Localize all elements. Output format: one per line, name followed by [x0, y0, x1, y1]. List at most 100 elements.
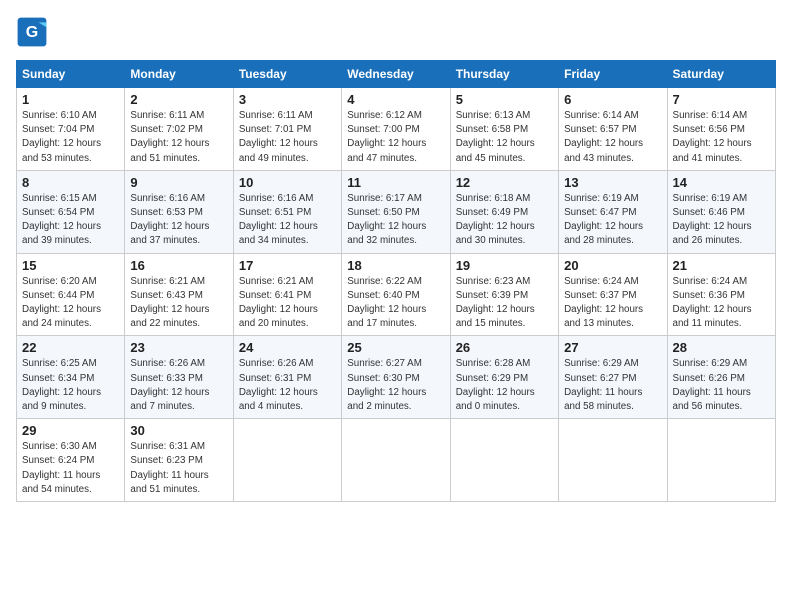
calendar-cell: 25Sunrise: 6:27 AM Sunset: 6:30 PM Dayli… [342, 336, 450, 419]
calendar-cell: 9 Sunrise: 6:16 AM Sunset: 6:53 PM Daylig… [125, 170, 233, 253]
calendar-cell: 4 Sunrise: 6:12 AM Sunset: 7:00 PM Daylig… [342, 88, 450, 171]
calendar-cell: 30 Sunrise: 6:31 AM Sunset: 6:23 PM Dayli… [125, 419, 233, 502]
day-header-wednesday: Wednesday [342, 61, 450, 88]
day-info: Sunrise: 6:29 AM Sunset: 6:27 PM Dayligh… [564, 357, 661, 414]
calendar-table: SundayMondayTuesdayWednesdayThursdayFrid… [16, 60, 776, 502]
day-number: 26 [456, 340, 553, 355]
day-info: Sunrise: 6:21 AM Sunset: 6:41 PM Dayligh… [239, 275, 336, 332]
calendar-cell: 3Sunrise: 6:11 AM Sunset: 7:01 PM Daylig… [233, 88, 341, 171]
day-number: 11 [347, 175, 444, 190]
day-number: 15 [22, 258, 119, 273]
day-number: 27 [564, 340, 661, 355]
calendar-cell: 17 Sunrise: 6:21 AM Sunset: 6:41 PM Dayli… [233, 253, 341, 336]
day-number: 24 [239, 340, 336, 355]
calendar-cell [559, 419, 667, 502]
day-header-sunday: Sunday [17, 61, 125, 88]
day-info: Sunrise: 6:14 AM Sunset: 6:57 PM Dayligh… [564, 109, 661, 166]
day-number: 7 [673, 92, 770, 107]
calendar-cell: 6 Sunrise: 6:14 AM Sunset: 6:57 PM Daylig… [559, 88, 667, 171]
day-info: Sunrise: 6:11 AM Sunset: 7:01 PM Dayligh… [239, 109, 336, 166]
calendar-cell: 27 Sunrise: 6:29 AM Sunset: 6:27 PM Dayli… [559, 336, 667, 419]
day-number: 28 [673, 340, 770, 355]
calendar-cell: 26 Sunrise: 6:28 AM Sunset: 6:29 PM Dayli… [450, 336, 558, 419]
day-number: 14 [673, 175, 770, 190]
calendar-cell: 18Sunrise: 6:22 AM Sunset: 6:40 PM Dayli… [342, 253, 450, 336]
calendar-cell: 8 Sunrise: 6:15 AM Sunset: 6:54 PM Daylig… [17, 170, 125, 253]
calendar-cell: 29Sunrise: 6:30 AM Sunset: 6:24 PM Dayli… [17, 419, 125, 502]
calendar-cell [450, 419, 558, 502]
calendar-cell: 7 Sunrise: 6:14 AM Sunset: 6:56 PM Daylig… [667, 88, 775, 171]
day-info: Sunrise: 6:22 AM Sunset: 6:40 PM Dayligh… [347, 275, 444, 332]
calendar-cell: 16 Sunrise: 6:21 AM Sunset: 6:43 PM Dayli… [125, 253, 233, 336]
day-header-saturday: Saturday [667, 61, 775, 88]
day-info: Sunrise: 6:15 AM Sunset: 6:54 PM Dayligh… [22, 192, 119, 249]
day-info: Sunrise: 6:23 AM Sunset: 6:39 PM Dayligh… [456, 275, 553, 332]
day-header-friday: Friday [559, 61, 667, 88]
calendar-cell: 21Sunrise: 6:24 AM Sunset: 6:36 PM Dayli… [667, 253, 775, 336]
day-number: 6 [564, 92, 661, 107]
day-info: Sunrise: 6:28 AM Sunset: 6:29 PM Dayligh… [456, 357, 553, 414]
calendar-cell: 10 Sunrise: 6:16 AM Sunset: 6:51 PM Dayli… [233, 170, 341, 253]
day-info: Sunrise: 6:10 AM Sunset: 7:04 PM Dayligh… [22, 109, 119, 166]
day-header-tuesday: Tuesday [233, 61, 341, 88]
day-info: Sunrise: 6:17 AM Sunset: 6:50 PM Dayligh… [347, 192, 444, 249]
day-number: 19 [456, 258, 553, 273]
day-info: Sunrise: 6:26 AM Sunset: 6:33 PM Dayligh… [130, 357, 227, 414]
day-info: Sunrise: 6:11 AM Sunset: 7:02 PM Dayligh… [130, 109, 227, 166]
day-number: 5 [456, 92, 553, 107]
calendar-cell: 19 Sunrise: 6:23 AM Sunset: 6:39 PM Dayli… [450, 253, 558, 336]
calendar-week-row: 1 Sunrise: 6:10 AM Sunset: 7:04 PM Daylig… [17, 88, 776, 171]
day-info: Sunrise: 6:30 AM Sunset: 6:24 PM Dayligh… [22, 440, 119, 497]
day-info: Sunrise: 6:18 AM Sunset: 6:49 PM Dayligh… [456, 192, 553, 249]
day-info: Sunrise: 6:25 AM Sunset: 6:34 PM Dayligh… [22, 357, 119, 414]
day-number: 20 [564, 258, 661, 273]
calendar-cell: 24Sunrise: 6:26 AM Sunset: 6:31 PM Dayli… [233, 336, 341, 419]
day-info: Sunrise: 6:24 AM Sunset: 6:36 PM Dayligh… [673, 275, 770, 332]
day-info: Sunrise: 6:24 AM Sunset: 6:37 PM Dayligh… [564, 275, 661, 332]
calendar-cell: 2 Sunrise: 6:11 AM Sunset: 7:02 PM Daylig… [125, 88, 233, 171]
day-info: Sunrise: 6:31 AM Sunset: 6:23 PM Dayligh… [130, 440, 227, 497]
calendar-cell: 20 Sunrise: 6:24 AM Sunset: 6:37 PM Dayli… [559, 253, 667, 336]
calendar-cell: 13 Sunrise: 6:19 AM Sunset: 6:47 PM Dayli… [559, 170, 667, 253]
day-info: Sunrise: 6:14 AM Sunset: 6:56 PM Dayligh… [673, 109, 770, 166]
calendar-week-row: 22 Sunrise: 6:25 AM Sunset: 6:34 PM Dayli… [17, 336, 776, 419]
day-info: Sunrise: 6:20 AM Sunset: 6:44 PM Dayligh… [22, 275, 119, 332]
logo-icon: G [16, 16, 48, 48]
day-number: 30 [130, 423, 227, 438]
day-info: Sunrise: 6:13 AM Sunset: 6:58 PM Dayligh… [456, 109, 553, 166]
day-header-thursday: Thursday [450, 61, 558, 88]
day-info: Sunrise: 6:16 AM Sunset: 6:53 PM Dayligh… [130, 192, 227, 249]
calendar-cell: 5 Sunrise: 6:13 AM Sunset: 6:58 PM Daylig… [450, 88, 558, 171]
calendar-cell: 14 Sunrise: 6:19 AM Sunset: 6:46 PM Dayli… [667, 170, 775, 253]
calendar-cell: 28Sunrise: 6:29 AM Sunset: 6:26 PM Dayli… [667, 336, 775, 419]
day-number: 16 [130, 258, 227, 273]
calendar-cell [233, 419, 341, 502]
calendar-cell [667, 419, 775, 502]
calendar-cell: 22 Sunrise: 6:25 AM Sunset: 6:34 PM Dayli… [17, 336, 125, 419]
day-info: Sunrise: 6:21 AM Sunset: 6:43 PM Dayligh… [130, 275, 227, 332]
day-info: Sunrise: 6:16 AM Sunset: 6:51 PM Dayligh… [239, 192, 336, 249]
day-number: 8 [22, 175, 119, 190]
day-number: 23 [130, 340, 227, 355]
day-number: 2 [130, 92, 227, 107]
calendar-week-row: 8 Sunrise: 6:15 AM Sunset: 6:54 PM Daylig… [17, 170, 776, 253]
day-number: 17 [239, 258, 336, 273]
day-header-monday: Monday [125, 61, 233, 88]
day-number: 25 [347, 340, 444, 355]
logo: G [16, 16, 52, 48]
calendar-week-row: 29Sunrise: 6:30 AM Sunset: 6:24 PM Dayli… [17, 419, 776, 502]
page-header: G [16, 16, 776, 48]
day-number: 10 [239, 175, 336, 190]
calendar-cell [342, 419, 450, 502]
day-number: 13 [564, 175, 661, 190]
day-number: 9 [130, 175, 227, 190]
calendar-cell: 12Sunrise: 6:18 AM Sunset: 6:49 PM Dayli… [450, 170, 558, 253]
calendar-cell: 11 Sunrise: 6:17 AM Sunset: 6:50 PM Dayli… [342, 170, 450, 253]
day-number: 1 [22, 92, 119, 107]
day-info: Sunrise: 6:12 AM Sunset: 7:00 PM Dayligh… [347, 109, 444, 166]
day-info: Sunrise: 6:19 AM Sunset: 6:46 PM Dayligh… [673, 192, 770, 249]
day-number: 22 [22, 340, 119, 355]
day-number: 4 [347, 92, 444, 107]
calendar-cell: 1 Sunrise: 6:10 AM Sunset: 7:04 PM Daylig… [17, 88, 125, 171]
day-info: Sunrise: 6:19 AM Sunset: 6:47 PM Dayligh… [564, 192, 661, 249]
